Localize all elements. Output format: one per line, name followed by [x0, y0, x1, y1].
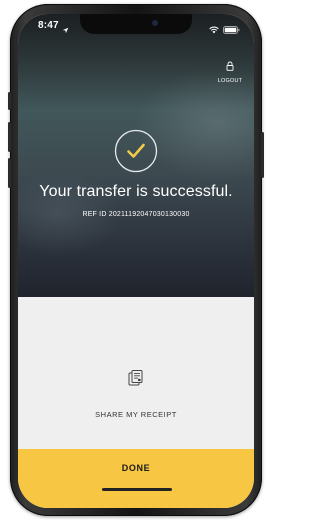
volume-down-button [8, 158, 11, 188]
logout-label: LOGOUT [217, 78, 243, 84]
power-button [261, 132, 264, 178]
lock-icon [226, 58, 234, 76]
mute-switch [8, 92, 11, 110]
checkmark-circle-icon [114, 129, 158, 173]
share-receipt-label: SHARE MY RECEIPT [95, 410, 177, 419]
app-screen: 8:47 LOGOUT Your transfer is successful.… [18, 14, 254, 508]
status-icons [209, 21, 240, 39]
share-receipt-button[interactable]: SHARE MY RECEIPT [18, 369, 254, 419]
status-time: 8:47 [38, 20, 59, 31]
done-button[interactable]: DONE [18, 449, 254, 508]
volume-up-button [8, 122, 11, 152]
front-camera [152, 20, 158, 26]
battery-icon [223, 21, 240, 39]
reference-id: REF ID 20211192047030130030 [82, 211, 190, 218]
confirmation-hero: 8:47 LOGOUT Your transfer is successful.… [18, 14, 254, 297]
done-label: DONE [121, 463, 151, 473]
phone-notch [80, 14, 192, 34]
wifi-icon [209, 21, 219, 39]
home-indicator [102, 488, 172, 491]
logout-button[interactable]: LOGOUT [215, 58, 245, 84]
success-headline: Your transfer is successful. [39, 183, 233, 200]
receipt-icon [127, 369, 145, 392]
location-arrow-icon [62, 21, 69, 39]
